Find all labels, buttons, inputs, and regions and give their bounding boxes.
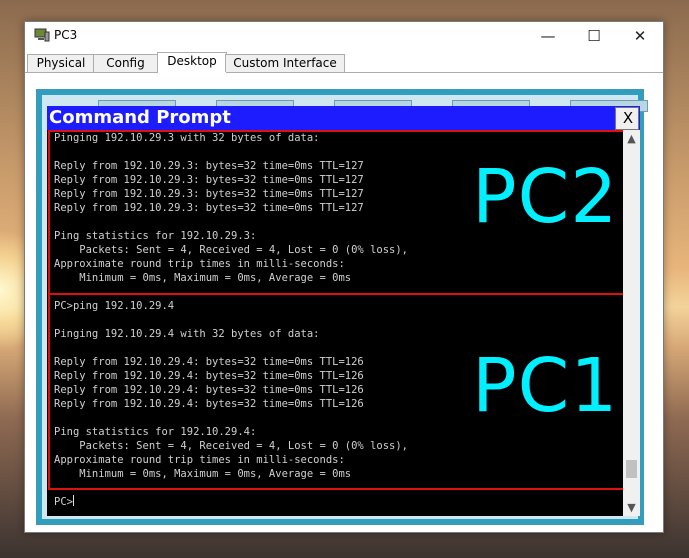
command-prompt-close-button[interactable]: X: [615, 107, 639, 130]
command-prompt-title: Command Prompt: [49, 107, 231, 128]
pc1-annotation: PC1: [472, 343, 619, 429]
terminal-prompt-line[interactable]: PC>: [54, 495, 74, 509]
tab-physical[interactable]: Physical: [27, 54, 95, 72]
command-prompt-title-bar: Command Prompt X: [47, 106, 640, 130]
packet-tracer-pc-icon: [34, 28, 50, 42]
close-button[interactable]: ✕: [617, 22, 663, 50]
title-bar[interactable]: PC3 — ☐ ✕: [25, 22, 663, 50]
scroll-up-arrow-icon[interactable]: ▲: [623, 130, 640, 147]
tab-desktop[interactable]: Desktop: [157, 52, 227, 73]
window-title: PC3: [54, 28, 78, 42]
maximize-button[interactable]: ☐: [571, 22, 617, 50]
pc3-window: PC3 — ☐ ✕ Physical Config Desktop Custom…: [24, 21, 664, 533]
tab-bar: Physical Config Desktop Custom Interface: [25, 52, 663, 73]
text-cursor: [72, 495, 74, 506]
scroll-down-arrow-icon[interactable]: ▼: [623, 499, 640, 516]
desktop-panel: Command Prompt X Pinging 192.10.29.3 wit…: [36, 89, 648, 525]
vertical-scrollbar[interactable]: ▲ ▼: [623, 130, 640, 516]
desktop-background: Command Prompt X Pinging 192.10.29.3 wit…: [42, 95, 648, 519]
pc2-annotation: PC2: [472, 154, 619, 240]
minimize-button[interactable]: —: [525, 22, 571, 50]
terminal-output[interactable]: Pinging 192.10.29.3 with 32 bytes of dat…: [47, 130, 623, 516]
command-prompt-window: Command Prompt X Pinging 192.10.29.3 wit…: [47, 106, 640, 516]
tab-config[interactable]: Config: [93, 54, 158, 72]
scroll-thumb[interactable]: [626, 460, 637, 478]
terminal-prompt: PC>: [54, 496, 73, 508]
tab-custom-interface[interactable]: Custom Interface: [225, 54, 345, 72]
